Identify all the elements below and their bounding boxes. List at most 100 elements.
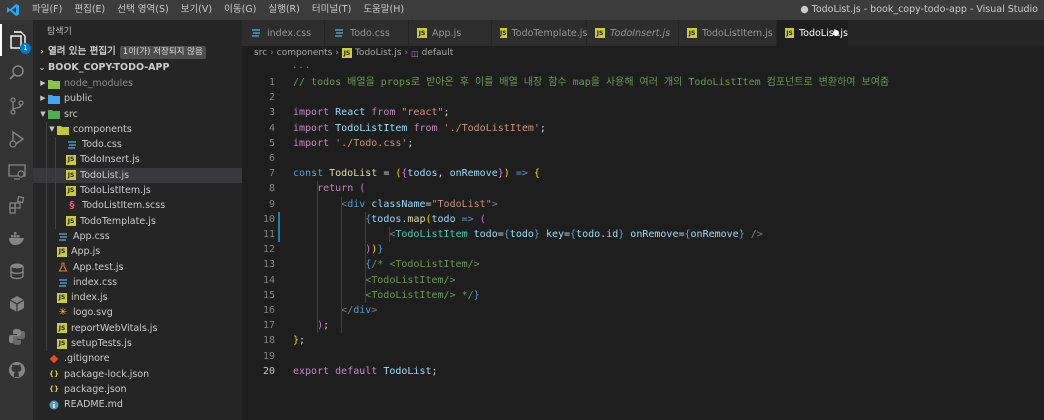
code-token: return: [317, 183, 360, 195]
file-item[interactable]: JS TodoInsert.js: [33, 152, 242, 168]
tab-todoinsert-js[interactable]: JS TodoInsert.js: [587, 20, 679, 46]
tab-todotemplate-js[interactable]: JS TodoTemplate.js: [492, 20, 587, 46]
file-item[interactable]: App.test.js: [33, 259, 242, 275]
folder-item[interactable]: ▼ src: [33, 107, 242, 122]
js-file-icon: JS: [57, 323, 67, 334]
database-icon[interactable]: [0, 255, 33, 287]
tab-app-js[interactable]: JS App.js: [409, 20, 492, 46]
code-line[interactable]: 18};: [242, 333, 1044, 348]
indent-guide: [46, 167, 47, 184]
file-item[interactable]: § TodoListItem.scss: [33, 198, 242, 214]
project-section[interactable]: ⌄ BOOK_COPY-TODO-APP: [33, 60, 242, 76]
tab-todo-css[interactable]: Todo.css: [325, 20, 409, 46]
code-line[interactable]: 9 <div className="TodoList">: [242, 197, 1044, 212]
code-editor[interactable]: ... 1 // todos 배열을 props로 받아온 후 이를 배열 내장 …: [242, 60, 1044, 420]
file-item[interactable]: JS index.js: [33, 290, 242, 306]
folder-item[interactable]: ▼ components: [33, 121, 242, 138]
code-line[interactable]: 5 import './Todo.css';: [242, 136, 1044, 151]
js-file-icon: JS: [687, 28, 697, 38]
run-debug-icon[interactable]: [0, 123, 33, 155]
indent-guide: [46, 244, 47, 260]
menu-item[interactable]: 터미널(T): [306, 0, 357, 20]
menu-item[interactable]: 보기(V): [175, 0, 218, 20]
code-line[interactable]: 19: [242, 349, 1044, 364]
code-token: ;: [299, 335, 306, 347]
code-line[interactable]: 6: [242, 151, 1044, 166]
extensions-icon[interactable]: [0, 189, 33, 221]
explorer-icon[interactable]: 1: [0, 24, 33, 56]
file-item[interactable]: ✳ logo.svg: [33, 305, 242, 321]
file-item[interactable]: JS reportWebVitals.js: [33, 320, 242, 337]
menu-item[interactable]: 파일(F): [26, 0, 68, 20]
file-item[interactable]: JS TodoList.js: [33, 167, 242, 184]
file-item[interactable]: {} package.json: [33, 382, 242, 397]
breadcrumb-item[interactable]: src: [254, 48, 267, 58]
code-token: TodoListItem: [395, 229, 474, 240]
breadcrumb-item[interactable]: default: [422, 48, 454, 58]
line-number: 11: [262, 229, 275, 240]
python-icon[interactable]: [0, 321, 33, 353]
indent-guide: [46, 336, 47, 352]
file-item[interactable]: index.css: [33, 274, 242, 291]
source-control-icon[interactable]: [0, 90, 33, 122]
js-file-icon: JS: [66, 185, 76, 196]
chevron-down-icon: ▼: [40, 109, 46, 118]
tab-index-css[interactable]: index.css: [242, 20, 325, 46]
menu-item[interactable]: 도움말(H): [357, 0, 410, 20]
unsaved-dot-icon[interactable]: [833, 30, 839, 36]
code-text: {todos.map(todo => (: [293, 212, 485, 227]
code-line[interactable]: 8 return (: [242, 181, 1044, 196]
file-item[interactable]: README.md: [33, 397, 242, 412]
code-line[interactable]: 4 import TodoListItem from './TodoListIte…: [242, 121, 1044, 136]
folder-item[interactable]: ▶ public: [33, 91, 242, 106]
menu-item[interactable]: 편집(E): [68, 0, 111, 20]
indent-guide: [55, 167, 56, 184]
code-token: import: [293, 107, 336, 119]
open-editors-section[interactable]: › 열려 있는 편집기 1이(가) 저장되지 않음: [33, 44, 242, 60]
docker-icon[interactable]: [0, 222, 33, 254]
code-line[interactable]: 15 <TodoListItem/> */}: [242, 288, 1044, 303]
tab-todolist-js[interactable]: JS TodoList.js: [777, 20, 849, 46]
line-number: 16: [262, 305, 275, 316]
file-item[interactable]: JS App.js: [33, 244, 242, 260]
folded-region-marker[interactable]: ...: [292, 61, 311, 71]
code-line[interactable]: 11 <TodoListItem todo={todo} key={todo.i…: [242, 227, 1044, 242]
code-line[interactable]: 14 <TodoListItem/>: [242, 273, 1044, 288]
package-icon[interactable]: [0, 288, 33, 320]
remote-explorer-icon[interactable]: [0, 156, 33, 188]
code-text: <TodoListItem todo={todo} key={todo.id} …: [293, 227, 762, 242]
code-line[interactable]: 17 );: [242, 318, 1044, 333]
file-item[interactable]: .gitignore: [33, 351, 242, 366]
code-line[interactable]: 16 </div>: [242, 303, 1044, 318]
code-line[interactable]: 7 const TodoList = ({todos, onRemove}) =>…: [242, 166, 1044, 181]
menu-item[interactable]: 실행(R): [262, 0, 306, 20]
file-item[interactable]: JS TodoListItem.js: [33, 183, 242, 199]
file-item[interactable]: Todo.css: [33, 137, 242, 153]
github-icon[interactable]: [0, 354, 33, 386]
search-icon[interactable]: [0, 57, 33, 89]
code-line[interactable]: 10 {todos.map(todo => (: [242, 212, 1044, 227]
code-token: ;: [407, 137, 414, 149]
folder-item[interactable]: ▶ node_modules: [33, 76, 242, 91]
code-token: "react": [401, 107, 444, 119]
menu-item[interactable]: 선택 영역(S): [111, 0, 174, 20]
code-line[interactable]: 2: [242, 90, 1044, 105]
file-item[interactable]: {} package-lock.json: [33, 367, 242, 382]
file-item[interactable]: JS setupTests.js: [33, 336, 242, 352]
tree-item-label: TodoList.js: [80, 169, 130, 181]
code-token: ;: [431, 365, 438, 377]
line-number: 7: [268, 168, 275, 180]
tab-todolistitem-js[interactable]: JS TodoListItem.js: [679, 20, 777, 46]
code-line[interactable]: 3 import React from "react";: [242, 105, 1044, 120]
breadcrumb-item[interactable]: components: [277, 48, 333, 58]
breadcrumb-item[interactable]: TodoList.js: [355, 48, 401, 58]
file-item[interactable]: JS TodoTemplate.js: [33, 213, 242, 229]
code-line[interactable]: 20 export default TodoList;: [242, 364, 1044, 379]
tree-item-label: node_modules: [64, 78, 134, 89]
code-text: export default TodoList;: [293, 364, 438, 379]
code-line[interactable]: 1 // todos 배열을 props로 받아온 후 이를 배열 내장 함수 m…: [242, 75, 1044, 90]
code-line[interactable]: 13 {/* <TodoListItem/>: [242, 257, 1044, 272]
code-line[interactable]: 12 ))}: [242, 242, 1044, 257]
file-item[interactable]: App.css: [33, 228, 242, 245]
menu-item[interactable]: 이동(G): [218, 0, 262, 20]
